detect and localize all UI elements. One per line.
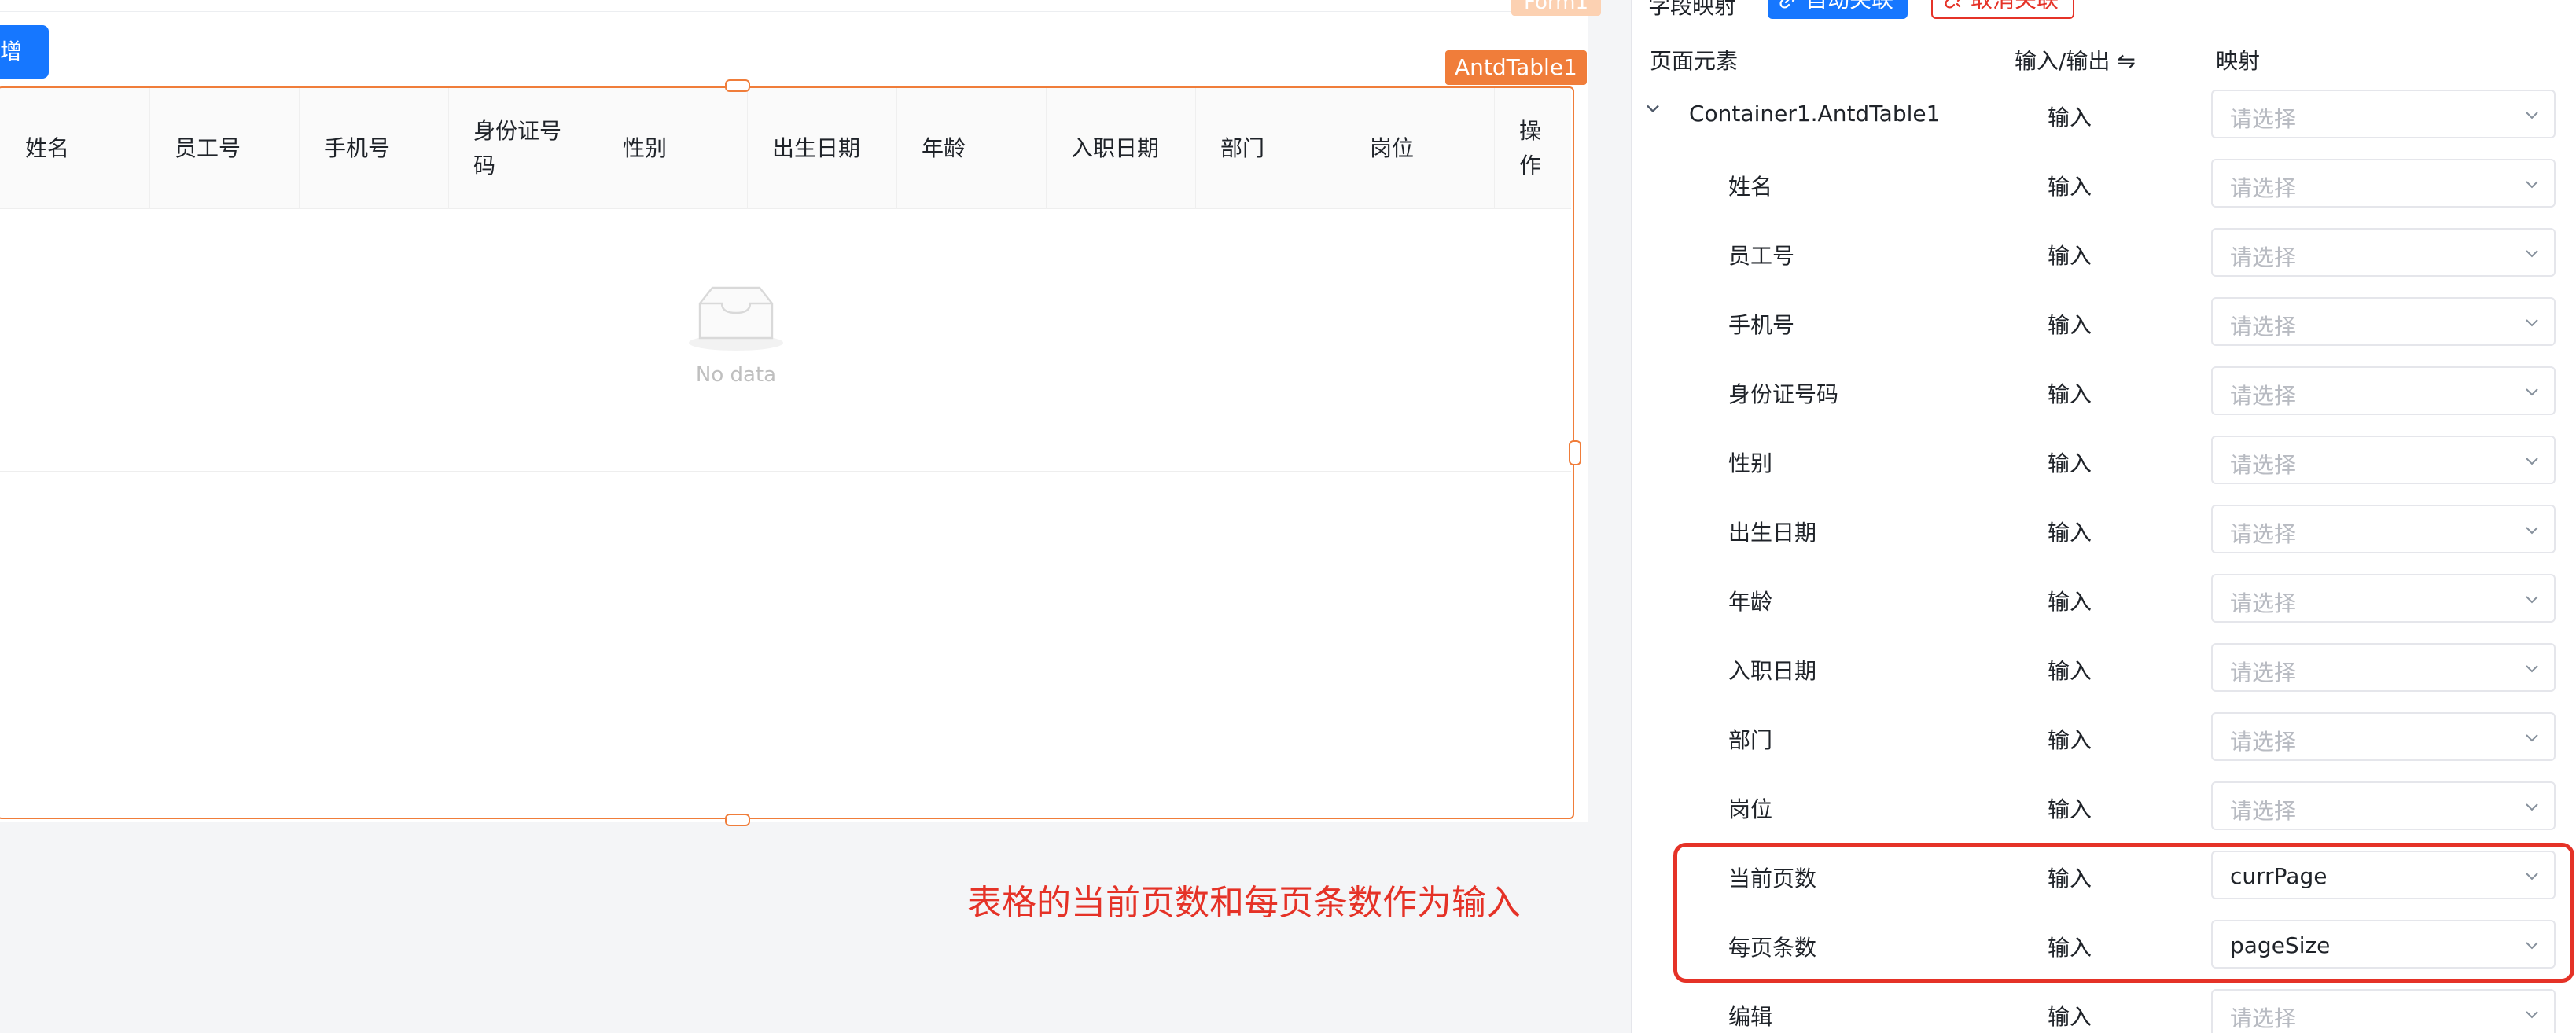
element-name: 出生日期 xyxy=(1728,520,1817,546)
io-direction: 输入 xyxy=(2048,174,2092,200)
chevron-down-icon xyxy=(2526,803,2538,811)
mapping-select[interactable]: 请选择 xyxy=(2211,366,2556,415)
io-direction: 输入 xyxy=(2048,381,2092,407)
chevron-down-icon xyxy=(2526,250,2538,258)
mapping-table-header: 页面元素 输入/输出 ⇋ 映射 xyxy=(1632,35,2576,83)
mapping-row: 姓名 输入 请选择 xyxy=(1632,148,2576,217)
mapping-select-value: 请选择 xyxy=(2230,590,2297,616)
table-component-tag[interactable]: AntdTable1 xyxy=(1445,50,1587,85)
mapping-row: 手机号 输入 请选择 xyxy=(1632,286,2576,355)
mapping-select-value: 请选择 xyxy=(2230,383,2297,409)
resize-handle-top[interactable] xyxy=(725,79,750,92)
chevron-down-icon xyxy=(2526,665,2538,673)
chevron-down-icon xyxy=(2526,527,2538,535)
chevron-down-icon xyxy=(2526,596,2538,604)
annotation-highlight-box xyxy=(1673,843,2574,983)
element-name: Container1.AntdTable1 xyxy=(1689,101,1941,127)
column-header-element: 页面元素 xyxy=(1650,48,1739,74)
mapping-select-value: 请选择 xyxy=(2230,175,2297,201)
mapping-select-value: 请选择 xyxy=(2230,521,2297,547)
column-header-mapping: 映射 xyxy=(2216,48,2261,74)
mapping-select-value: 请选择 xyxy=(2230,660,2297,686)
io-direction: 输入 xyxy=(2048,589,2092,615)
io-direction: 输入 xyxy=(2048,312,2092,338)
io-direction: 输入 xyxy=(2048,727,2092,753)
mapping-select-value: 请选择 xyxy=(2230,244,2297,270)
mapping-select[interactable]: 请选择 xyxy=(2211,781,2556,830)
unlink-icon xyxy=(1945,0,1961,9)
mapping-row: 部门 输入 请选择 xyxy=(1632,701,2576,770)
chevron-down-icon xyxy=(2526,458,2538,465)
mapping-row: 年龄 输入 请选择 xyxy=(1632,563,2576,632)
element-name: 岗位 xyxy=(1728,796,1773,822)
io-direction: 输入 xyxy=(2048,243,2092,269)
element-name: 姓名 xyxy=(1728,174,1773,200)
io-direction: 输入 xyxy=(2048,796,2092,822)
mapping-row: 员工号 输入 请选择 xyxy=(1632,217,2576,286)
chevron-down-icon[interactable] xyxy=(1642,97,1664,119)
mapping-row: 编辑 输入 请选择 xyxy=(1632,978,2576,1033)
mapping-select-value: 请选择 xyxy=(2230,798,2297,824)
mapping-select-value: 请选择 xyxy=(2230,729,2297,755)
mapping-select-value: 请选择 xyxy=(2230,452,2297,478)
mapping-row: 入职日期 输入 请选择 xyxy=(1632,632,2576,701)
design-canvas: Form1 增 AntdTable1 姓名 员工号 手机号 身份证号码 性别 出生日期 年龄… xyxy=(0,0,1631,1033)
chevron-down-icon xyxy=(2526,388,2538,396)
chevron-down-icon xyxy=(2526,112,2538,119)
chevron-down-icon xyxy=(2526,1011,2538,1019)
chevron-down-icon xyxy=(2526,319,2538,327)
resize-handle-bottom[interactable] xyxy=(725,814,750,826)
element-name: 性别 xyxy=(1728,450,1773,476)
resize-handle-right[interactable] xyxy=(1569,440,1581,465)
mapping-select[interactable]: 请选择 xyxy=(2211,90,2556,138)
field-mapping-panel: 字段映射 自动关联 取消关联 页面元素 输入/输出 ⇋ 映射 Container… xyxy=(1631,0,2576,1033)
form-component[interactable]: Form1 增 AntdTable1 姓名 员工号 手机号 身份证号码 性别 出生日期 年龄… xyxy=(0,0,1602,826)
mapping-select[interactable]: 请选择 xyxy=(2211,436,2556,484)
cancel-link-button[interactable]: 取消关联 xyxy=(1931,0,2075,19)
chevron-down-icon xyxy=(2526,181,2538,189)
auto-link-label: 自动关联 xyxy=(1805,0,1893,19)
link-icon xyxy=(1779,0,1795,9)
mapping-select[interactable]: 请选择 xyxy=(2211,297,2556,346)
add-button[interactable]: 增 xyxy=(0,25,49,79)
form-tag[interactable]: Form1 xyxy=(1511,0,1602,16)
cancel-link-label: 取消关联 xyxy=(1971,0,2059,17)
element-name: 员工号 xyxy=(1728,243,1795,269)
element-name: 身份证号码 xyxy=(1728,381,1839,407)
mapping-row: 出生日期 输入 请选择 xyxy=(1632,494,2576,563)
io-direction: 输入 xyxy=(2048,520,2092,546)
element-name: 编辑 xyxy=(1728,1004,1773,1030)
io-direction: 输入 xyxy=(2048,1004,2092,1030)
mapping-select[interactable]: 请选择 xyxy=(2211,712,2556,761)
mapping-row: Container1.AntdTable1 输入 请选择 xyxy=(1632,79,2576,148)
mapping-select[interactable]: 请选择 xyxy=(2211,574,2556,623)
mapping-select[interactable]: 请选择 xyxy=(2211,643,2556,692)
element-name: 部门 xyxy=(1728,727,1773,753)
mapping-row: 身份证号码 输入 请选择 xyxy=(1632,355,2576,425)
divider xyxy=(0,11,1588,12)
mapping-row: 性别 输入 请选择 xyxy=(1632,425,2576,494)
element-name: 入职日期 xyxy=(1728,658,1817,684)
mapping-select-value: 请选择 xyxy=(2230,1005,2297,1031)
column-header-io[interactable]: 输入/输出 ⇋ xyxy=(2015,44,2136,75)
mapping-select[interactable]: 请选择 xyxy=(2211,159,2556,208)
mapping-select-value: 请选择 xyxy=(2230,314,2297,340)
mapping-select[interactable]: 请选择 xyxy=(2211,228,2556,277)
mapping-select[interactable]: 请选择 xyxy=(2211,989,2556,1033)
chevron-down-icon xyxy=(2526,734,2538,742)
annotation-text: 表格的当前页数和每页条数作为输入 xyxy=(967,883,1521,923)
element-name: 手机号 xyxy=(1728,312,1795,338)
mapping-row: 岗位 输入 请选择 xyxy=(1632,770,2576,840)
io-direction: 输入 xyxy=(2048,658,2092,684)
mapping-select-value: 请选择 xyxy=(2230,106,2297,132)
element-name: 年龄 xyxy=(1728,589,1773,615)
io-direction: 输入 xyxy=(2048,105,2092,131)
table-selection-frame[interactable] xyxy=(0,86,1574,819)
io-direction: 输入 xyxy=(2048,450,2092,476)
panel-title: 字段映射 xyxy=(1648,0,1737,19)
auto-link-button[interactable]: 自动关联 xyxy=(1768,0,1908,19)
mapping-select[interactable]: 请选择 xyxy=(2211,505,2556,553)
